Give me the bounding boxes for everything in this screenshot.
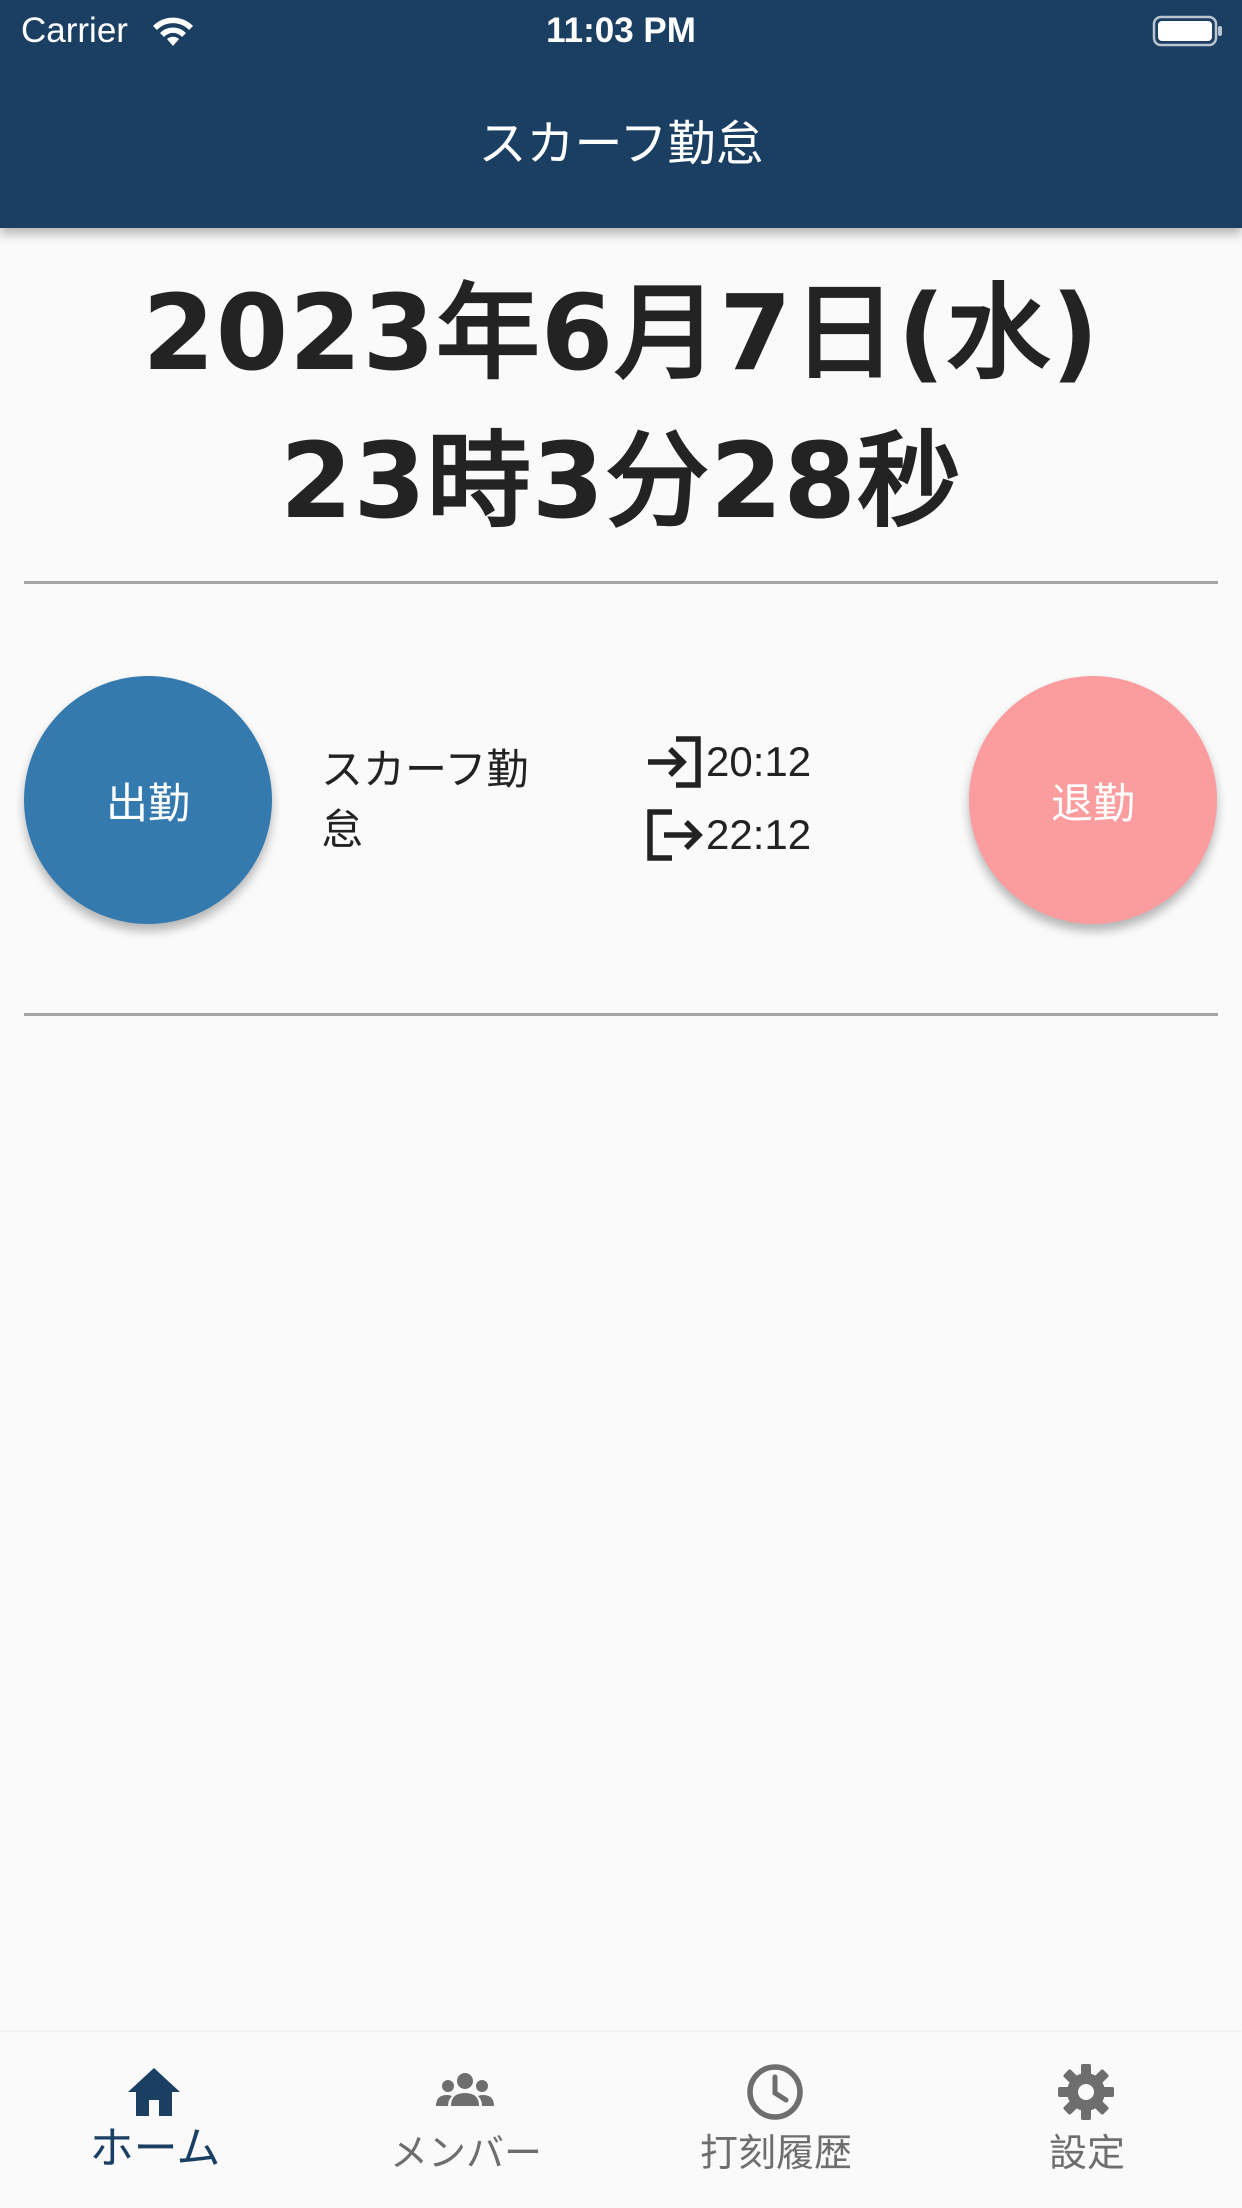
nav-label-home: ホーム <box>89 2123 221 2174</box>
home-icon <box>128 2068 180 2116</box>
clock-out-label: 退勤 <box>1050 778 1135 828</box>
people-icon <box>436 2073 494 2106</box>
clock-in-record: 20:12 <box>642 732 811 792</box>
clock-out-button[interactable]: 退勤 <box>969 676 1217 924</box>
battery-icon <box>1152 15 1222 47</box>
nav-item-settings[interactable]: 設定 <box>932 2032 1242 2208</box>
nav-label-history: 打刻履歴 <box>699 2131 852 2175</box>
status-time: 11:03 PM <box>546 11 696 50</box>
current-date: 2023年6月7日(水) <box>142 272 1100 394</box>
clock-in-button[interactable]: 出勤 <box>24 676 272 924</box>
nav-label-members: メンバー <box>389 2131 542 2175</box>
status-bar: Carrier 11:03 PM <box>0 0 1242 62</box>
gear-icon <box>1058 2064 1114 2120</box>
logout-icon <box>647 809 703 861</box>
nav-label-settings: 設定 <box>1048 2131 1125 2175</box>
current-time: 23時3分28秒 <box>280 420 962 542</box>
bottom-navigation: ホーム メンバー 打刻履歴 設定 <box>0 2032 1242 2208</box>
login-icon <box>648 736 701 788</box>
nav-item-history[interactable]: 打刻履歴 <box>621 2032 931 2208</box>
nav-item-members[interactable]: メンバー <box>311 2032 621 2208</box>
clock-history-icon <box>747 2064 803 2120</box>
app-bar: Carrier 11:03 PM スカーフ勤怠 <box>0 0 1242 228</box>
divider-top <box>24 581 1218 584</box>
clock-out-record: 22:12 <box>642 805 811 865</box>
nav-item-home[interactable]: ホーム <box>0 2032 310 2208</box>
divider-bottom <box>24 1013 1218 1016</box>
member-name: スカーフ勤怠 <box>321 745 529 854</box>
clock-out-time: 22:12 <box>706 811 812 858</box>
clock-in-time: 20:12 <box>706 738 812 785</box>
clock-in-label: 出勤 <box>105 778 190 828</box>
app-title: スカーフ勤怠 <box>478 116 764 172</box>
